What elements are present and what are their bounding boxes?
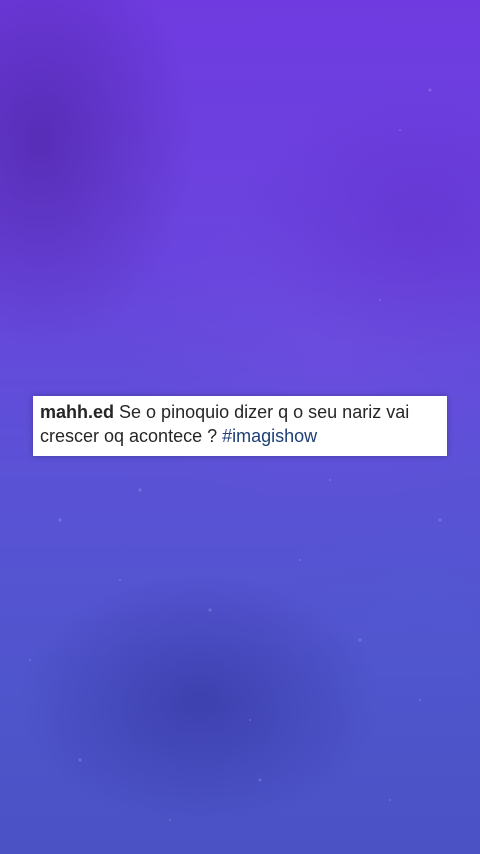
comment-card: mahh.ed Se o pinoquio dizer q o seu nari… [33, 396, 447, 456]
comment-username[interactable]: mahh.ed [40, 402, 114, 422]
comment-hashtag[interactable]: #imagishow [222, 426, 317, 446]
comment-text: mahh.ed Se o pinoquio dizer q o seu nari… [40, 400, 440, 448]
